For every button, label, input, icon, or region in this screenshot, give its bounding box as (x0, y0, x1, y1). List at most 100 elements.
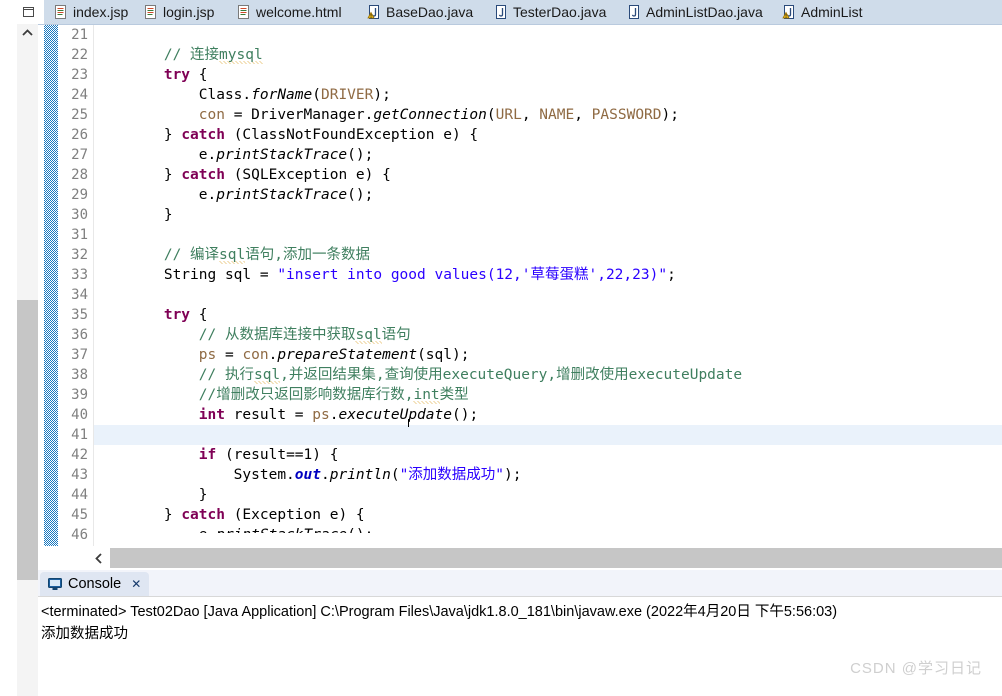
line-number: 45 (71, 507, 88, 523)
code-token: URL (495, 107, 522, 123)
editor-tab-testerdao-java[interactable]: TesterDao.java (484, 0, 617, 24)
code-token: (ClassNotFoundException e) { (224, 127, 479, 143)
code-token: ); (373, 87, 391, 103)
scrollbar-track-lower[interactable] (17, 580, 38, 696)
code-line[interactable]: } catch (ClassNotFoundException e) { (94, 125, 1002, 145)
code-token: { (190, 67, 208, 83)
code-line[interactable]: con = DriverManager.getConnection(URL, N… (94, 105, 1002, 125)
code-line[interactable]: int result = ps.executeUpdate(); (94, 405, 1002, 425)
code-line[interactable]: try { (94, 65, 1002, 85)
code-token: (SQLException e) { (224, 167, 391, 183)
line-number: 24 (71, 87, 88, 103)
watermark: CSDN @学习日记 (850, 660, 982, 677)
code-line[interactable]: } catch (SQLException e) { (94, 165, 1002, 185)
code-token: catch (181, 507, 225, 523)
code-token: try (163, 67, 191, 83)
editor-tab-login-jsp[interactable]: login.jsp (134, 0, 227, 24)
line-number: 26 (71, 127, 88, 143)
code-line[interactable] (94, 225, 1002, 245)
code-token: println (329, 467, 391, 483)
java-file-icon (494, 4, 508, 20)
code-token: ( (390, 467, 400, 483)
editor-tabs: index.jsp login.jsp welcome.html BaseDao.ja… (44, 0, 1002, 24)
console-monitor-icon (48, 577, 62, 591)
outer-vertical-scrollbar[interactable] (0, 0, 38, 696)
line-number: 27 (71, 147, 88, 163)
tab-console[interactable]: Console ✕ (40, 572, 150, 596)
scroll-left-arrow-icon[interactable] (88, 548, 110, 568)
line-number: 39 (71, 387, 88, 403)
code-line[interactable]: //增删改只返回影响数据库行数,int类型 (94, 385, 1002, 405)
code-line[interactable] (94, 25, 1002, 45)
line-number: 34 (71, 287, 88, 303)
code-line[interactable]: e.printStackTrace(); (94, 145, 1002, 165)
console-output[interactable]: <terminated> Test02Dao [Java Application… (38, 596, 1002, 696)
code-token: ); (504, 467, 522, 483)
annotation-change-ruler[interactable] (44, 25, 58, 548)
code-line[interactable]: // 执行sql,并返回结果集,查询使用executeQuery,增删改使用ex… (94, 365, 1002, 385)
code-line[interactable]: Class.forName(DRIVER); (94, 85, 1002, 105)
editor-tab-label: BaseDao.java (386, 4, 474, 20)
restore-window-icon[interactable] (22, 5, 35, 18)
code-token: 语句,添加一条数据 (245, 247, 370, 263)
eclipse-ide-window: index.jsp login.jsp welcome.html BaseDao.ja… (0, 0, 1002, 696)
editor-tab-welcome-html[interactable]: welcome.html (227, 0, 357, 24)
editor-tab-adminlist[interactable]: AdminList (772, 0, 892, 24)
code-token: printStackTrace (216, 187, 348, 203)
text-caret (408, 419, 409, 427)
line-number: 41 (71, 427, 88, 443)
code-line[interactable]: // 编译sql语句,添加一条数据 (94, 245, 1002, 265)
java-file-icon (627, 4, 641, 20)
scrollbar-thumb[interactable] (17, 300, 38, 580)
code-line[interactable]: if (result==1) { (94, 445, 1002, 465)
code-token: // (163, 47, 191, 63)
editor-tab-basedao-java[interactable]: BaseDao.java (357, 0, 484, 24)
scroll-up-arrow-icon[interactable] (17, 24, 38, 42)
editor-tab-label: welcome.html (256, 4, 342, 20)
code-token: NAME (539, 107, 575, 123)
code-line[interactable]: System.out.println("添加数据成功"); (94, 465, 1002, 485)
console-top-separator (38, 596, 1002, 597)
code-token: // 执行 (198, 367, 254, 383)
code-line[interactable]: // 连接mysql (94, 45, 1002, 65)
code-text-area[interactable]: // 连接mysql try { Class.forName(DRIVER); … (94, 25, 1002, 533)
code-token: } (94, 487, 208, 503)
line-number: 38 (71, 367, 88, 383)
line-number: 44 (71, 487, 88, 503)
code-token: System. (94, 467, 295, 483)
code-token: ( (312, 87, 321, 103)
code-line[interactable]: } (94, 205, 1002, 225)
close-icon[interactable]: ✕ (131, 577, 141, 591)
code-line[interactable]: } catch (Exception e) { (94, 505, 1002, 525)
code-line[interactable]: } (94, 485, 1002, 505)
code-line[interactable] (94, 425, 1002, 445)
code-editor[interactable]: 21 22 23 24 25 26 27 28 29 30 31 32 33 34 35 36 37 38 39 40… (38, 24, 1002, 548)
console-tab-label: Console (68, 576, 122, 592)
editor-tab-adminlistdao-java[interactable]: AdminListDao.java (617, 0, 772, 24)
code-line[interactable]: e.printStackTrace(); (94, 525, 1002, 533)
line-number: 46 (71, 527, 88, 543)
code-token: 连接 (190, 47, 220, 63)
code-token: // (163, 247, 191, 263)
code-line[interactable]: try { (94, 305, 1002, 325)
horizontal-scrollbar-thumb[interactable] (110, 548, 1002, 568)
code-line[interactable]: String sql = "insert into good values(12… (94, 265, 1002, 285)
code-line[interactable] (94, 285, 1002, 305)
code-token: (); (347, 147, 374, 163)
code-token: // 从数据库连接中获取 (198, 327, 356, 343)
code-token: printStackTrace (216, 527, 347, 533)
code-line[interactable]: ps = con.prepareStatement(sql); (94, 345, 1002, 365)
code-token: int (413, 387, 440, 404)
code-line[interactable]: // 从数据库连接中获取sql语句 (94, 325, 1002, 345)
code-token: String sql = (94, 267, 278, 283)
editor-tab-index-jsp[interactable]: index.jsp (44, 0, 134, 24)
editor-horizontal-scrollbar[interactable] (38, 548, 1002, 568)
code-token: mysql (219, 47, 263, 64)
code-line[interactable]: e.printStackTrace(); (94, 185, 1002, 205)
editor-tab-label: index.jsp (73, 4, 129, 20)
code-token: sql (355, 327, 382, 344)
